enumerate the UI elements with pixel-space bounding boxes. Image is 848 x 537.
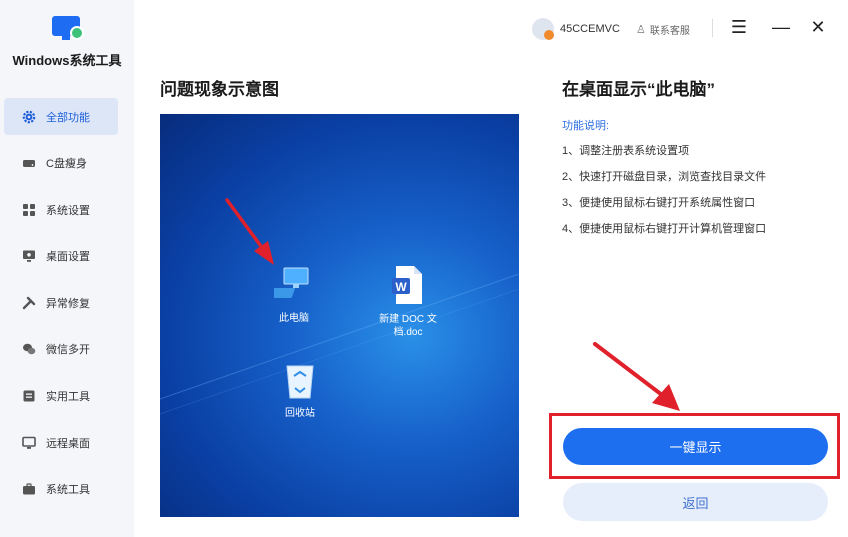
feature-description-label: 功能说明: [562, 120, 610, 132]
toolbar-divider [712, 19, 713, 37]
feature-description-item: 2、快速打开磁盘目录，浏览查找目录文件 [562, 171, 767, 183]
gear-icon [22, 110, 36, 124]
sidebar-item-utilities[interactable]: 实用工具 [4, 378, 118, 415]
back-button[interactable]: 返回 [563, 483, 828, 521]
wrench-icon [22, 296, 36, 310]
minimize-button[interactable]: — [770, 16, 792, 38]
desktop-icon-label: 新建 DOC 文 [379, 314, 437, 325]
illustration-title: 问题现象示意图 [160, 80, 279, 99]
menu-button[interactable]: ☰ [728, 16, 750, 38]
desktop-icon-recycle-bin: 回收站 [274, 360, 326, 420]
wechat-icon [22, 342, 36, 356]
desktop-icon-this-pc: 此电脑 [267, 264, 320, 325]
sidebar-item-label: 异常修复 [46, 297, 90, 310]
hamburger-icon: ☰ [730, 16, 748, 37]
sidebar-item-label: 系统工具 [46, 484, 90, 497]
sidebar-item-error-repair[interactable]: 异常修复 [4, 284, 118, 321]
briefcase-icon [22, 482, 36, 496]
person-icon: ♙ [636, 24, 646, 36]
contact-service-button[interactable]: ♙ 联系客服 [636, 22, 690, 37]
sidebar-item-label: 系统设置 [46, 204, 90, 217]
minimize-icon: — [772, 16, 790, 37]
app-logo-icon [50, 14, 84, 42]
sidebar-item-label: 全部功能 [46, 111, 90, 124]
feature-title: 在桌面显示“此电脑” [562, 80, 715, 99]
svg-text:W: W [395, 280, 407, 294]
app-logo: Windows系统工具 [0, 14, 134, 69]
avatar [532, 18, 554, 40]
light-ray-decoration [160, 273, 519, 415]
sidebar-item-label: 远程桌面 [46, 437, 90, 450]
sidebar-item-desktop-settings[interactable]: 桌面设置 [4, 238, 118, 275]
word-document-icon: W [392, 266, 422, 304]
sidebar-item-system-tools[interactable]: 系统工具 [4, 471, 118, 508]
sidebar-item-c-drive-cleanup[interactable]: C盘瘦身 [4, 145, 118, 182]
sidebar-item-label: 桌面设置 [46, 251, 90, 264]
feature-description-item: 3、便捷使用鼠标右键打开系统属性窗口 [562, 197, 756, 209]
desktop-illustration: 此电脑 W 新建 DOC 文 档.doc 回收站 [160, 114, 519, 517]
feature-description-item: 1、调整注册表系统设置项 [562, 145, 690, 157]
sidebar-item-wechat-multi[interactable]: 微信多开 [4, 331, 118, 368]
sidebar-item-system-settings[interactable]: 系统设置 [4, 191, 118, 228]
desktop-icon-label: 此电脑 [279, 313, 309, 324]
monitor-icon [22, 249, 36, 263]
sidebar-item-all-features[interactable]: 全部功能 [4, 98, 118, 135]
recycle-bin-icon [286, 365, 314, 399]
contact-service-label: 联系客服 [649, 26, 690, 37]
sidebar: Windows系统工具 全部功能 C盘瘦身 系统设置 桌面设置 异常修复 微信多… [0, 0, 134, 537]
desktop-icon-label: 回收站 [285, 408, 315, 419]
close-button[interactable]: ✕ [807, 16, 829, 38]
app-title: Windows系统工具 [12, 53, 122, 68]
grid-icon [22, 203, 36, 217]
toolbox-icon [22, 389, 36, 403]
desktop-icon-doc-file: W 新建 DOC 文 档.doc [370, 264, 446, 339]
sidebar-item-label: C盘瘦身 [46, 158, 87, 171]
top-bar: 45CCEMVC ♙ 联系客服 ☰ — ✕ [134, 0, 848, 58]
remote-desktop-icon [22, 436, 36, 450]
desktop-icon-label-line2: 档.doc [393, 327, 423, 338]
arrow-to-primary-button [593, 342, 680, 411]
one-click-show-button[interactable]: 一键显示 [563, 428, 828, 465]
drive-icon [22, 156, 36, 170]
sidebar-nav: 全部功能 C盘瘦身 系统设置 桌面设置 异常修复 微信多开 实用工具 远程桌面 … [4, 98, 118, 517]
user-account[interactable]: 45CCEMVC [532, 18, 620, 40]
feature-description-item: 4、便捷使用鼠标右键打开计算机管理窗口 [562, 223, 767, 235]
sidebar-item-label: 实用工具 [46, 391, 90, 404]
sidebar-item-label: 微信多开 [46, 344, 90, 357]
computer-icon [267, 267, 309, 298]
username: 45CCEMVC [560, 23, 620, 35]
close-icon: ✕ [810, 16, 826, 37]
sidebar-item-remote-desktop[interactable]: 远程桌面 [4, 424, 118, 461]
